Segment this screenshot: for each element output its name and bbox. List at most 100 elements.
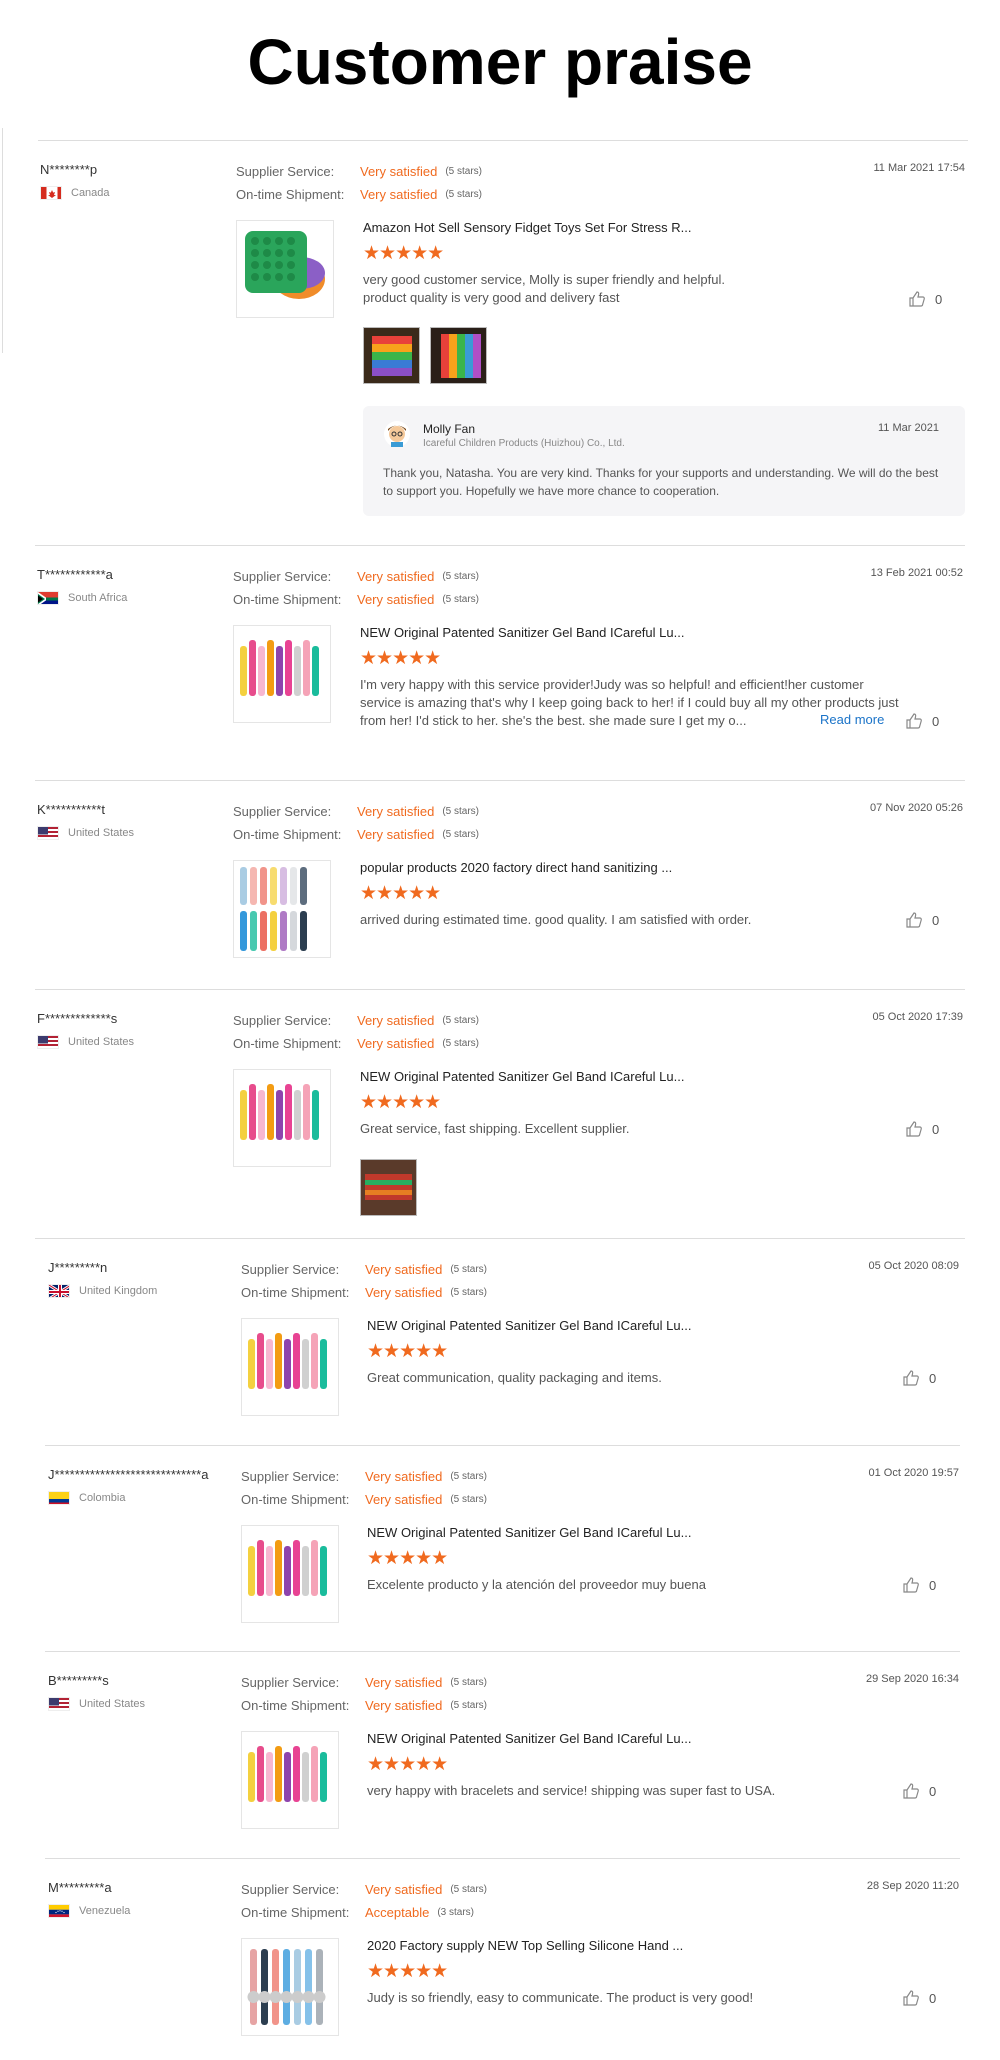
reply-date: 11 Mar 2021 [878, 422, 939, 434]
rating-stars: ★★★★★ [367, 1548, 448, 1569]
thumbs-up-icon [903, 1577, 919, 1593]
shipment-value: Very satisfied [360, 187, 438, 202]
reviewer-country: Venezuela [48, 1904, 130, 1918]
review-text: Excelente producto y la atención del pro… [367, 1577, 706, 1592]
helpful-button[interactable]: 0 [902, 1989, 936, 2007]
supplier-service-label: Supplier Service: [241, 1262, 340, 1277]
rating-stars: ★★★★★ [367, 1341, 448, 1362]
product-title[interactable]: popular products 2020 factory direct han… [360, 860, 672, 875]
supplier-service-value: Very satisfied [365, 1675, 443, 1690]
shipment-label: On-time Shipment: [233, 1036, 342, 1051]
read-more-link[interactable]: Read more [820, 712, 884, 727]
product-thumbnail[interactable] [233, 860, 331, 958]
review-divider [35, 1238, 965, 1239]
country-name: United States [68, 1036, 135, 1048]
product-thumbnail[interactable] [233, 625, 331, 723]
product-title[interactable]: NEW Original Patented Sanitizer Gel Band… [367, 1525, 691, 1540]
product-thumbnail[interactable] [233, 1069, 331, 1167]
reviewer-name: B*********s [48, 1673, 109, 1688]
review-photo[interactable] [363, 327, 420, 384]
flag-venezuela-icon [48, 1904, 70, 1918]
product-title[interactable]: NEW Original Patented Sanitizer Gel Band… [360, 625, 684, 640]
product-title[interactable]: 2020 Factory supply NEW Top Selling Sili… [367, 1938, 683, 1953]
supplier-service-value: Very satisfied [365, 1882, 443, 1897]
product-thumbnail[interactable] [241, 1318, 339, 1416]
shipment-stars: (5 stars) [450, 1494, 487, 1505]
shipment-value: Very satisfied [365, 1285, 443, 1300]
helpful-count: 0 [932, 713, 940, 729]
rating-block: Supplier Service: Very satisfied (5 stars)… [233, 565, 479, 611]
shipment-stars: (5 stars) [442, 594, 479, 605]
country-name: Canada [71, 187, 110, 199]
helpful-count: 0 [929, 1370, 937, 1386]
product-title[interactable]: NEW Original Patented Sanitizer Gel Band… [367, 1318, 691, 1333]
supplier-service-stars: (5 stars) [450, 1884, 487, 1895]
shipment-value: Acceptable [365, 1905, 430, 1920]
product-thumbnail[interactable] [241, 1938, 339, 2036]
supplier-service-label: Supplier Service: [241, 1675, 340, 1690]
shipment-label: On-time Shipment: [241, 1492, 350, 1507]
country-name: United States [68, 827, 135, 839]
rating-block: Supplier Service: Very satisfied (5 stars)… [241, 1258, 487, 1304]
shipment-label: On-time Shipment: [241, 1698, 350, 1713]
helpful-button[interactable]: 0 [902, 1576, 936, 1594]
helpful-button[interactable]: 0 [908, 290, 942, 308]
supplier-service-stars: (5 stars) [450, 1677, 487, 1688]
review-divider [45, 1858, 960, 1859]
reply-company: Icareful Children Products (Huizhou) Co.… [423, 438, 625, 449]
review-date: 13 Feb 2021 00:52 [870, 567, 963, 579]
reviewer-country: United States [37, 826, 134, 840]
rating-stars: ★★★★★ [363, 243, 444, 264]
shipment-stars: (5 stars) [450, 1700, 487, 1711]
product-thumbnail[interactable] [241, 1731, 339, 1829]
helpful-button[interactable]: 0 [905, 712, 939, 730]
helpful-button[interactable]: 0 [905, 911, 939, 929]
supplier-service-stars: (5 stars) [442, 806, 479, 817]
product-thumbnail[interactable] [241, 1525, 339, 1623]
product-title[interactable]: NEW Original Patented Sanitizer Gel Band… [367, 1731, 691, 1746]
product-thumbnail[interactable] [236, 220, 334, 318]
shipment-value: Very satisfied [365, 1698, 443, 1713]
rating-stars: ★★★★★ [367, 1961, 448, 1982]
review-text: very happy with bracelets and service! s… [367, 1783, 776, 1798]
review-photo[interactable] [430, 327, 487, 384]
review-date: 07 Nov 2020 05:26 [870, 802, 963, 814]
product-title[interactable]: Amazon Hot Sell Sensory Fidget Toys Set … [363, 220, 692, 235]
rating-stars: ★★★★★ [360, 648, 441, 669]
thumbs-up-icon [903, 1990, 919, 2006]
flag-us-icon [48, 1697, 70, 1711]
reviewer-country: United Kingdom [48, 1284, 157, 1298]
shipment-value: Very satisfied [357, 1036, 435, 1051]
review-divider [35, 545, 965, 546]
flag-us-icon [37, 1035, 59, 1049]
shipment-stars: (5 stars) [450, 1287, 487, 1298]
review-date: 05 Oct 2020 08:09 [868, 1260, 959, 1272]
review-photo[interactable] [360, 1159, 417, 1216]
review-divider [35, 780, 965, 781]
shipment-label: On-time Shipment: [241, 1905, 350, 1920]
helpful-button[interactable]: 0 [902, 1782, 936, 1800]
supplier-service-stars: (5 stars) [450, 1264, 487, 1275]
thumbs-up-icon [906, 912, 922, 928]
product-title[interactable]: NEW Original Patented Sanitizer Gel Band… [360, 1069, 684, 1084]
reviewer-name: N********p [40, 162, 98, 177]
supplier-service-label: Supplier Service: [233, 569, 332, 584]
review-text: arrived during estimated time. good qual… [360, 912, 752, 927]
rating-stars: ★★★★★ [367, 1754, 448, 1775]
supplier-avatar [383, 420, 411, 448]
helpful-button[interactable]: 0 [902, 1369, 936, 1387]
helpful-button[interactable]: 0 [905, 1120, 939, 1138]
supplier-service-stars: (5 stars) [442, 571, 479, 582]
shipment-label: On-time Shipment: [241, 1285, 350, 1300]
reviewer-name: T************a [37, 567, 113, 582]
review-text: Great communication, quality packaging a… [367, 1370, 662, 1385]
helpful-count: 0 [929, 1783, 937, 1799]
rating-stars: ★★★★★ [360, 883, 441, 904]
supplier-service-label: Supplier Service: [241, 1882, 340, 1897]
shipment-value: Very satisfied [365, 1492, 443, 1507]
rating-block: Supplier Service: Very satisfied (5 stars)… [241, 1465, 487, 1511]
thumbs-up-icon [903, 1783, 919, 1799]
helpful-count: 0 [935, 291, 943, 307]
reviewer-name: F*************s [37, 1011, 118, 1026]
supplier-service-value: Very satisfied [357, 569, 435, 584]
